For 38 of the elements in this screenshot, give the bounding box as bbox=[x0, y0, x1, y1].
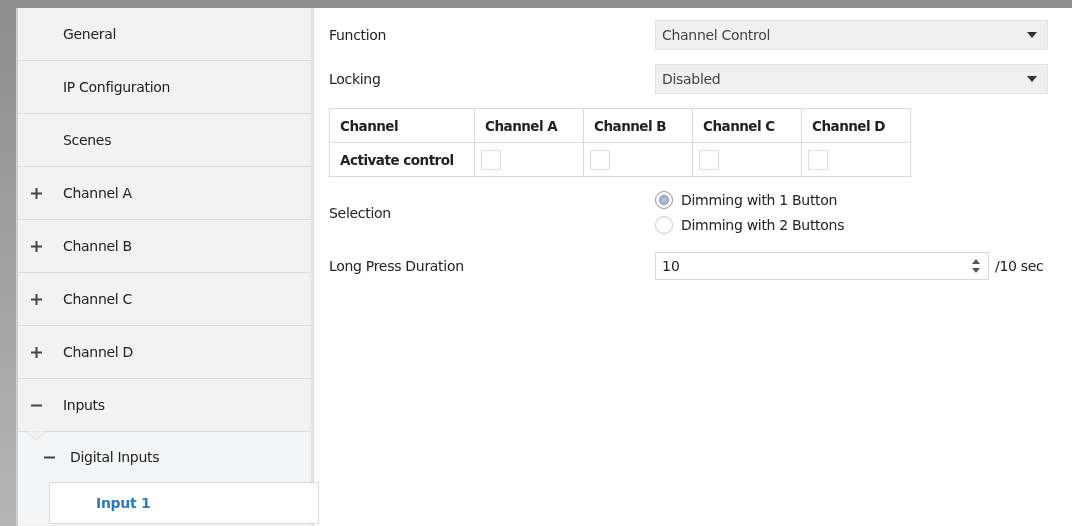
dropdown[interactable]: Disabled bbox=[655, 64, 1048, 94]
sidebar-item[interactable]: Channel C bbox=[18, 273, 311, 326]
field-label: Long Press Duration bbox=[329, 258, 465, 274]
dropdown-arrow-icon bbox=[1027, 76, 1037, 82]
expand-icon[interactable] bbox=[31, 241, 42, 252]
sidebar-item[interactable]: Digital Inputs bbox=[18, 432, 311, 482]
checkbox[interactable] bbox=[590, 149, 610, 170]
checkbox[interactable] bbox=[808, 149, 828, 170]
radio-button[interactable] bbox=[655, 191, 673, 209]
dropdown-arrow-icon bbox=[1027, 32, 1037, 38]
expand-icon[interactable] bbox=[31, 188, 42, 199]
number-field[interactable]: 10 bbox=[655, 252, 989, 280]
sidebar-item[interactable]: Scenes bbox=[18, 114, 311, 167]
table-header: Channel B bbox=[583, 108, 693, 143]
sidebar-item[interactable]: Channel A bbox=[18, 167, 311, 220]
sidebar-item[interactable]: General bbox=[18, 8, 311, 61]
sidebar-item[interactable]: Channel B bbox=[18, 220, 311, 273]
radio-button[interactable] bbox=[655, 216, 673, 234]
table-header: Channel C bbox=[692, 108, 802, 143]
expand-icon[interactable] bbox=[31, 347, 42, 358]
sidebar-item[interactable]: Channel D bbox=[18, 326, 311, 379]
expand-icon[interactable] bbox=[31, 294, 42, 305]
field-label: Locking bbox=[329, 71, 382, 87]
sidebar-item[interactable]: Input 1 bbox=[49, 482, 319, 524]
unit-label: /10 sec bbox=[995, 258, 1044, 274]
radio-label: Dimming with 1 Button bbox=[681, 192, 838, 208]
field-label: Selection bbox=[329, 204, 392, 221]
table-header: Channel A bbox=[474, 108, 584, 143]
row-header: Activate control bbox=[329, 142, 475, 177]
field-label: Function bbox=[329, 27, 388, 43]
table-header: Channel D bbox=[801, 108, 911, 143]
sidebar-item[interactable]: IP Configuration bbox=[18, 61, 311, 114]
radio-label: Dimming with 2 Buttons bbox=[681, 217, 845, 233]
checkbox[interactable] bbox=[699, 149, 719, 170]
table-header: Channel bbox=[329, 108, 475, 143]
checkbox[interactable] bbox=[481, 149, 501, 170]
dropdown[interactable]: Channel Control bbox=[655, 20, 1048, 50]
spinner-arrows-icon[interactable] bbox=[972, 258, 980, 274]
